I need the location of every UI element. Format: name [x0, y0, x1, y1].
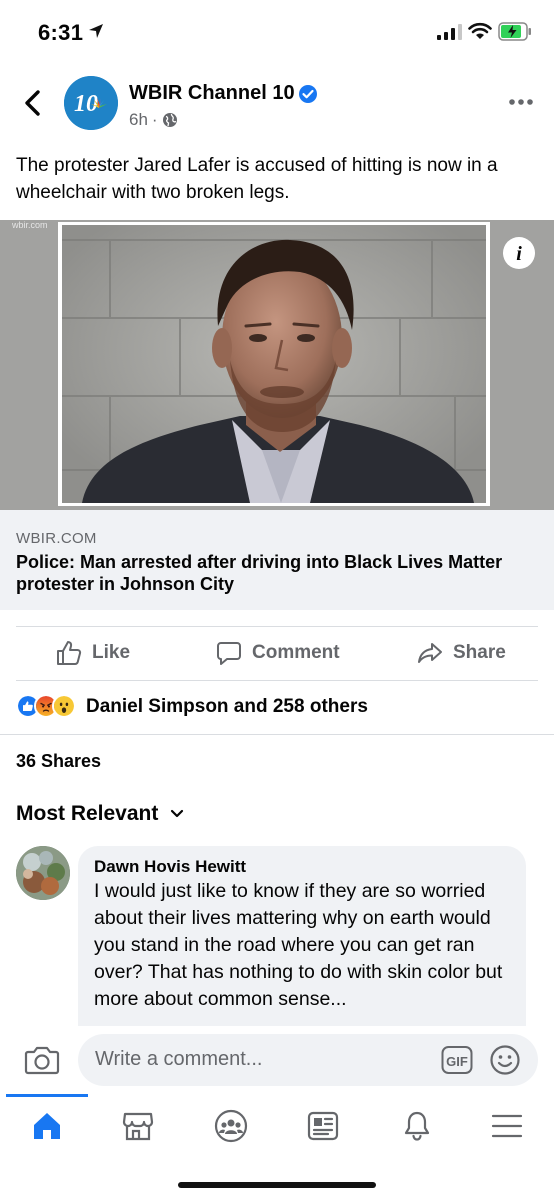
wow-reaction-icon: [52, 694, 76, 718]
signal-icon: [437, 24, 462, 40]
location-arrow-icon: [89, 24, 103, 38]
page-name[interactable]: WBIR Channel 10: [129, 82, 295, 105]
shares-count[interactable]: 36 Shares: [16, 751, 101, 772]
status-time: 6:31: [38, 20, 84, 45]
commenter-avatar[interactable]: [16, 846, 70, 900]
mugshot-photo: wbir.com: [0, 220, 554, 510]
battery-charging-icon: [498, 22, 531, 41]
status-bar: 6:31: [0, 0, 554, 64]
share-button[interactable]: Share: [417, 636, 506, 670]
comment-label: Comment: [252, 642, 340, 663]
svg-text:i: i: [516, 243, 522, 265]
link-title[interactable]: Police: Man arrested after driving into …: [16, 551, 536, 595]
divider: [16, 626, 538, 627]
share-label: Share: [453, 642, 506, 663]
hamburger-menu-icon: [491, 1114, 523, 1138]
tab-notifications[interactable]: [397, 1106, 437, 1146]
reaction-icons[interactable]: [16, 694, 76, 718]
gif-button[interactable]: GIF: [441, 1045, 473, 1075]
news-icon: [307, 1111, 339, 1141]
bell-icon: [404, 1111, 430, 1141]
marketplace-icon: [122, 1112, 154, 1141]
thumbs-up-icon: [57, 641, 82, 665]
info-icon[interactable]: i: [502, 236, 536, 270]
like-button[interactable]: Like: [56, 636, 130, 670]
home-icon: [34, 1113, 60, 1139]
comments-sort-dropdown[interactable]: Most Relevant: [16, 802, 184, 826]
gif-label: GIF: [446, 1054, 468, 1069]
link-image[interactable]: wbir.com: [0, 220, 554, 510]
comments-sort-label: Most Relevant: [16, 802, 159, 825]
avatar-logo-text: 10: [74, 91, 98, 117]
comment-input-placeholder: Write a comment...: [95, 1048, 263, 1070]
camera-icon[interactable]: [24, 1044, 60, 1076]
comment-text: I would just like to know if they are so…: [94, 880, 503, 1010]
tab-marketplace[interactable]: [118, 1106, 158, 1146]
comment-button[interactable]: Comment: [216, 636, 340, 670]
link-domain: WBIR.COM: [16, 530, 97, 547]
more-options-icon[interactable]: [508, 92, 534, 112]
groups-icon: [214, 1109, 248, 1143]
active-tab-indicator: [6, 1094, 88, 1097]
tab-groups[interactable]: [211, 1106, 251, 1146]
divider: [0, 734, 554, 735]
post-text: The protester Jared Lafer is accused of …: [16, 155, 498, 203]
tab-home[interactable]: [27, 1106, 67, 1146]
page-avatar[interactable]: 10: [64, 76, 118, 130]
comment-icon: [217, 642, 241, 665]
like-label: Like: [92, 642, 131, 663]
emoji-icon[interactable]: [489, 1044, 521, 1076]
verified-badge-icon: [299, 85, 317, 103]
tab-news[interactable]: [303, 1106, 343, 1146]
tab-menu[interactable]: [487, 1106, 527, 1146]
reactions-summary[interactable]: Daniel Simpson and 258 others: [86, 696, 368, 718]
back-button[interactable]: [18, 86, 48, 120]
comment-author[interactable]: Dawn Hovis Hewitt: [94, 857, 246, 877]
post-time[interactable]: 6h: [129, 110, 148, 130]
share-arrow-icon: [418, 643, 442, 663]
chevron-down-icon: [171, 809, 184, 818]
post-meta: 6h ·: [129, 110, 178, 130]
home-indicator: [178, 1182, 376, 1188]
image-watermark: wbir.com: [11, 220, 48, 230]
wifi-icon: [468, 22, 492, 39]
globe-icon: [162, 113, 177, 127]
meta-separator: ·: [151, 110, 158, 129]
divider: [16, 680, 538, 681]
